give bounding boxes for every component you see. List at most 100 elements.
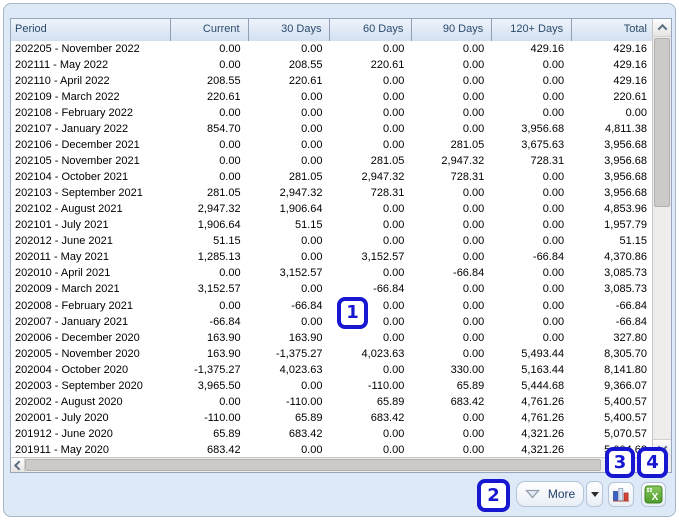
cell-90-days: 65.89 (456, 379, 485, 392)
cell-total: 220.61 (613, 91, 647, 104)
cell-90-days: 0.00 (462, 427, 485, 440)
cell-120-days: 0.00 (542, 91, 565, 104)
cell-60-days: 0.00 (382, 91, 405, 104)
annotation-mark-3: 3 (605, 447, 635, 478)
scroll-left-button[interactable] (11, 458, 25, 472)
annotation-mark-2: 2 (477, 479, 510, 512)
cell-period: 202012 - June 2021 (15, 235, 113, 248)
cell-30-days: 0.00 (301, 107, 323, 120)
cell-30-days: 220.61 (288, 75, 323, 88)
table-row[interactable]: 202102 - August 2021 2,947.32 1,906.64 0.00… (11, 201, 652, 217)
cell-30-days: 281.05 (288, 171, 323, 184)
cell-total: 5,070.57 (604, 427, 647, 440)
table-row[interactable]: 202104 - October 2021 0.00 281.05 2,947.32 7… (11, 169, 652, 185)
column-header-total[interactable]: Total (572, 19, 652, 41)
column-header-120-days[interactable]: 120+ Days (492, 19, 573, 41)
table-row[interactable]: 201912 - June 2020 65.89 683.42 0.00 0.00 4,3… (11, 426, 652, 442)
chevron-left-icon (13, 460, 24, 470)
table-row[interactable]: 202107 - January 2022 854.70 0.00 0.00 0.00 3… (11, 121, 652, 137)
cell-120-days: 4,321.26 (521, 427, 565, 440)
more-button[interactable]: More (516, 481, 584, 507)
table-row[interactable]: 202111 - May 2022 0.00 208.55 220.61 0.00 0.0… (11, 57, 652, 73)
table-row[interactable]: 202002 - August 2020 0.00 -110.00 65.89 683.… (11, 394, 652, 410)
table-row[interactable]: 202106 - December 2021 0.00 0.00 0.00 281.05… (11, 137, 652, 153)
vertical-scrollbar-thumb[interactable] (654, 38, 670, 207)
cell-90-days: 2,947.32 (441, 155, 485, 168)
cell-period: 202107 - January 2022 (15, 123, 129, 136)
more-dropdown-button[interactable] (586, 481, 603, 507)
cell-current: 3,152.57 (197, 283, 241, 296)
cell-90-days: 0.00 (462, 203, 485, 216)
table-row[interactable]: 202005 - November 2020 163.90 -1,375.27 4,0… (11, 346, 652, 362)
table-row[interactable]: 202101 - July 2021 1,906.64 51.15 0.00 0.00 0… (11, 217, 652, 233)
annotation-mark-1: 1 (337, 297, 368, 329)
cell-30-days: 2,947.32 (279, 187, 323, 200)
column-header-90-days[interactable]: 90 Days (412, 19, 493, 41)
cell-period: 202101 - July 2021 (15, 219, 109, 232)
table-row[interactable]: 202109 - March 2022 220.61 0.00 0.00 0.00 0.0… (11, 89, 652, 105)
table-row[interactable]: 202006 - December 2020 163.90 163.90 0.00 0.… (11, 330, 652, 346)
cell-30-days: 65.89 (294, 411, 323, 424)
table-row[interactable]: 202001 - July 2020 -110.00 65.89 683.42 0.00… (11, 410, 652, 426)
cell-total: 0.00 (625, 107, 647, 120)
column-header-period[interactable]: Period (11, 19, 171, 41)
cell-90-days: 0.00 (462, 123, 485, 136)
cell-120-days: 0.00 (542, 203, 565, 216)
svg-text:X: X (652, 492, 659, 503)
cell-60-days: 220.61 (370, 59, 405, 72)
table-row[interactable]: 202010 - April 2021 0.00 3,152.57 0.00 -66.8… (11, 265, 652, 281)
column-header-60-days[interactable]: 60 Days (330, 19, 413, 41)
cell-30-days: -66.84 (291, 299, 323, 312)
cell-period: 202008 - February 2021 (15, 299, 134, 312)
cell-total: 8,305.70 (604, 347, 647, 360)
cell-60-days: 0.00 (382, 267, 405, 280)
scroll-up-button[interactable] (653, 19, 671, 37)
cell-30-days: 0.00 (301, 91, 323, 104)
cell-90-days: 0.00 (462, 283, 485, 296)
table-row[interactable]: 202009 - March 2021 3,152.57 0.00 -66.84 0.0… (11, 281, 652, 297)
cell-current: 220.61 (206, 91, 241, 104)
cell-30-days: 0.00 (301, 43, 323, 56)
show-chart-button[interactable] (608, 482, 634, 507)
cell-period: 201911 - May 2020 (15, 443, 109, 456)
cell-total: 327.80 (613, 331, 647, 344)
table-row[interactable]: 202004 - October 2020 -1,375.27 4,023.63 0.… (11, 362, 652, 378)
cell-90-days: 0.00 (462, 411, 485, 424)
cell-current: 0.00 (219, 43, 241, 56)
cell-30-days: 51.15 (294, 219, 323, 232)
table-row[interactable]: 202003 - September 2020 3,965.50 0.00 -110.… (11, 378, 652, 394)
horizontal-scrollbar-thumb[interactable] (25, 459, 601, 471)
column-header-current[interactable]: Current (171, 19, 249, 41)
cell-period: 202004 - October 2020 (15, 363, 129, 376)
cell-120-days: 0.00 (542, 267, 565, 280)
table-row[interactable]: 202105 - November 2021 0.00 0.00 281.05 2,94… (11, 153, 652, 169)
cell-total: 3,085.73 (604, 267, 647, 280)
table-row[interactable]: 202008 - February 2021 0.00 -66.84 0.00 0.00… (11, 298, 652, 314)
table-row[interactable]: 202205 - November 2022 0.00 0.00 0.00 0.00 42… (11, 41, 652, 57)
table-row[interactable]: 202012 - June 2021 51.15 0.00 0.00 0.00 0.00 5… (11, 233, 652, 249)
cell-90-days: 0.00 (462, 187, 485, 200)
cell-60-days: -66.84 (373, 283, 405, 296)
cell-total: 3,956.68 (604, 187, 647, 200)
cell-90-days: 0.00 (462, 347, 485, 360)
cell-90-days: 0.00 (462, 331, 485, 344)
column-header-30-days[interactable]: 30 Days (249, 19, 331, 41)
cell-current: 683.42 (206, 443, 241, 456)
table-row[interactable]: 202007 - January 2021 -66.84 0.00 0.00 0.00 0… (11, 314, 652, 330)
export-excel-button[interactable]: X (641, 482, 666, 507)
table-row[interactable]: 202103 - September 2021 281.05 2,947.32 728… (11, 185, 652, 201)
horizontal-scrollbar[interactable] (11, 457, 652, 472)
cell-60-days: 4,023.63 (361, 347, 405, 360)
vertical-scrollbar[interactable] (652, 19, 671, 457)
cell-90-days: 0.00 (462, 443, 485, 456)
table-row[interactable]: 202011 - May 2021 1,285.13 0.00 3,152.57 0.0… (11, 249, 652, 265)
cell-120-days: 0.00 (542, 75, 565, 88)
cell-60-days: 728.31 (370, 187, 405, 200)
cell-current: 3,965.50 (197, 379, 241, 392)
table-row[interactable]: 202108 - February 2022 0.00 0.00 0.00 0.00 0.… (11, 105, 652, 121)
cell-60-days: 0.00 (382, 203, 405, 216)
table-row[interactable]: 202110 - April 2022 208.55 220.61 0.00 0.00 0… (11, 73, 652, 89)
table-body: 202205 - November 2022 0.00 0.00 0.00 0.00 42… (11, 41, 652, 457)
table-row[interactable]: 201911 - May 2020 683.42 0.00 0.00 0.00 4,321… (11, 442, 652, 457)
cell-total: 3,085.73 (604, 283, 647, 296)
